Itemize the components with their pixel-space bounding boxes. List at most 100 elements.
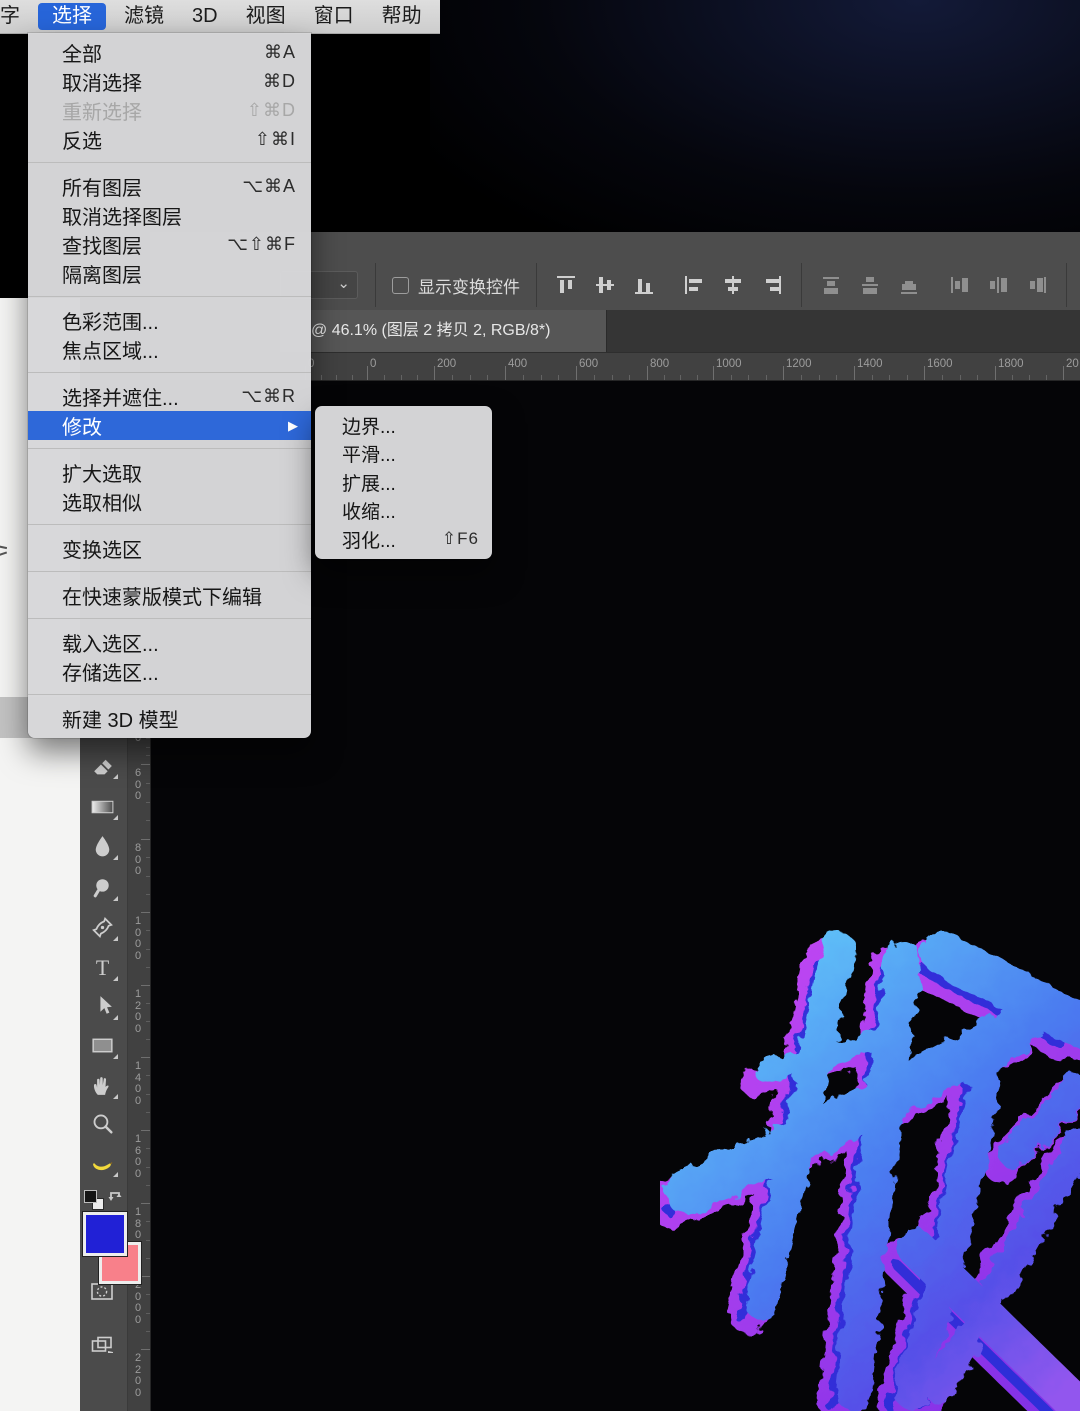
foreground-color-swatch[interactable] (83, 1212, 127, 1256)
menubar-item[interactable]: 帮助 (368, 3, 436, 30)
distribute-right-edges-icon[interactable] (1025, 273, 1049, 297)
menu-item[interactable]: 修改▶ (28, 411, 311, 440)
align-horizontal-centers-icon[interactable] (721, 273, 745, 297)
menu-item[interactable]: 隔离图层 (28, 259, 311, 288)
menu-item-shortcut: ⇧⌘I (255, 129, 311, 150)
eraser-tool[interactable] (89, 752, 116, 779)
menubar-item[interactable]: 滤镜 (110, 3, 178, 30)
ruler-minor-tick (146, 1112, 150, 1113)
menu-item-label: 变换选区 (28, 534, 311, 563)
menu-item[interactable]: 存储选区... (28, 657, 311, 686)
document-tab[interactable]: @ 46.1% (图层 2 拷贝 2, RGB/8*) (280, 310, 607, 352)
align-bottom-edges-icon[interactable] (632, 273, 656, 297)
menu-item[interactable]: 取消选择图层 (28, 201, 311, 230)
banana-tool[interactable] (89, 1150, 116, 1177)
distribute-top-edges-icon[interactable] (819, 273, 843, 297)
type-tool[interactable]: T (89, 954, 116, 981)
menu-separator (28, 618, 311, 619)
submenu-item[interactable]: 平滑... (315, 440, 492, 469)
menubar-item[interactable]: 窗口 (300, 3, 368, 30)
submenu-item-label: 羽化... (315, 526, 442, 553)
ruler-minor-tick (1046, 375, 1047, 380)
align-left-edges-icon[interactable] (682, 273, 706, 297)
swap-colors-icon[interactable] (108, 1188, 124, 1204)
ruler-minor-tick (146, 1221, 150, 1222)
submenu-item-label: 边界... (315, 412, 492, 439)
submenu-item[interactable]: 羽化...⇧F6 (315, 525, 492, 554)
ruler-minor-tick (146, 894, 150, 895)
path-selection-tool[interactable] (89, 993, 116, 1020)
distribute-bottom-edges-icon[interactable] (897, 273, 921, 297)
submenu-item[interactable]: 收缩... (315, 497, 492, 526)
ruler-tick (141, 1276, 150, 1277)
menu-item[interactable]: 选择并遮住...⌥⌘R (28, 382, 311, 411)
menu-item[interactable]: 所有图层⌥⌘A (28, 172, 311, 201)
pen-tool[interactable] (89, 914, 116, 941)
ruler-minor-tick (612, 375, 613, 380)
menu-item[interactable]: 焦点区域... (28, 335, 311, 364)
menu-item-label: 在快速蒙版模式下编辑 (28, 581, 311, 610)
menu-item[interactable]: 新建 3D 模型 (28, 704, 311, 733)
align-vertical-centers-icon[interactable] (593, 273, 617, 297)
menu-item: 重新选择⇧⌘D (28, 96, 311, 125)
menu-item[interactable]: 色彩范围... (28, 306, 311, 335)
menubar-item[interactable]: 视图 (232, 3, 300, 30)
menu-item[interactable]: 扩大选取 (28, 458, 311, 487)
menu-item-shortcut: ⌘D (263, 71, 311, 92)
distribute-horizontal-centers-icon[interactable] (986, 273, 1010, 297)
distribute-vertical-centers-icon[interactable] (858, 273, 882, 297)
menubar-item[interactable]: 选择 (38, 3, 106, 30)
ruler-minor-tick (541, 375, 542, 380)
eraser-icon (89, 752, 116, 779)
ruler-minor-tick (872, 375, 873, 380)
align-right-edges-icon[interactable] (760, 273, 784, 297)
menu-item[interactable]: 查找图层⌥⇧⌘F (28, 230, 311, 259)
menu-item[interactable]: 选取相似 (28, 487, 311, 516)
submenu-item[interactable]: 边界... (315, 411, 492, 440)
blur-tool[interactable] (89, 833, 116, 860)
ruler-minor-tick (523, 375, 524, 380)
menu-item-label: 反选 (28, 125, 255, 154)
ruler-label: 200 (437, 358, 456, 370)
menu-item-label: 选取相似 (28, 487, 311, 516)
menu-item[interactable]: 变换选区 (28, 534, 311, 563)
menu-separator (28, 448, 311, 449)
menu-item[interactable]: 全部⌘A (28, 38, 311, 67)
ruler-minor-tick (146, 876, 150, 877)
menubar-item[interactable]: 字 (0, 3, 34, 30)
menu-item-shortcut: ⇧⌘D (247, 100, 311, 121)
menu-item[interactable]: 反选⇧⌘I (28, 125, 311, 154)
ruler-minor-tick (146, 930, 150, 931)
screen-mode-icon[interactable] (88, 1332, 116, 1358)
ruler-label: 2 0 0 0 (127, 1280, 149, 1326)
hand-tool[interactable] (89, 1072, 116, 1099)
menu-item[interactable]: 在快速蒙版模式下编辑 (28, 581, 311, 610)
ruler-minor-tick (558, 375, 559, 380)
ruler-minor-tick (146, 949, 150, 950)
ruler-label: 1 6 0 0 (127, 1134, 149, 1180)
submenu-item[interactable]: 扩展... (315, 468, 492, 497)
ruler-minor-tick (801, 375, 802, 380)
flyout-indicator-icon (113, 1015, 118, 1020)
ruler-label: 800 (650, 358, 669, 370)
distribute-left-edges-icon[interactable] (947, 273, 971, 297)
zoom-tool[interactable] (89, 1111, 116, 1138)
ruler-minor-tick (146, 1148, 150, 1149)
menubar-item[interactable]: 3D (178, 3, 232, 30)
ruler-minor-tick (889, 375, 890, 380)
gradient-tool[interactable] (89, 793, 116, 820)
menu-item[interactable]: 取消选择⌘D (28, 67, 311, 96)
submenu-arrow-icon: ▶ (288, 418, 311, 434)
rectangle-tool[interactable] (89, 1032, 116, 1059)
align-top-edges-icon[interactable] (554, 273, 578, 297)
ruler-minor-tick (146, 820, 150, 821)
ruler-label: 1 4 0 0 (127, 1061, 149, 1107)
default-colors-icon[interactable] (84, 1190, 106, 1212)
ruler-minor-tick (594, 375, 595, 380)
flyout-indicator-icon (113, 774, 118, 779)
type-icon: T (89, 954, 116, 981)
show-transform-checkbox[interactable] (392, 277, 409, 294)
dodge-tool[interactable] (89, 874, 116, 901)
blur-icon (89, 833, 116, 860)
menu-item[interactable]: 载入选区... (28, 628, 311, 657)
